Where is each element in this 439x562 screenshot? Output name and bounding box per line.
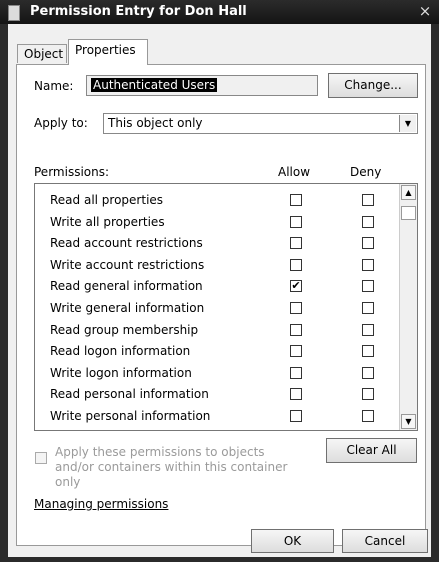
scroll-up-icon[interactable]: ▲	[401, 185, 416, 200]
permissions-scrollbar[interactable]: ▲ ▼	[399, 184, 417, 430]
permission-label: Read group membership	[50, 322, 199, 337]
permission-row: Write all properties	[50, 212, 390, 234]
deny-checkbox[interactable]	[362, 258, 374, 271]
permission-label: Write all properties	[50, 214, 165, 229]
tab-object[interactable]: Object	[17, 44, 67, 63]
allow-checkbox[interactable]	[290, 388, 302, 401]
permission-row: Read logon information	[50, 341, 390, 363]
permissions-list: Read all properties Write all properties R…	[34, 183, 418, 431]
permission-row: Read account restrictions	[50, 233, 390, 255]
permission-row: Write logon information	[50, 363, 390, 385]
permission-row: Write account restrictions	[50, 255, 390, 277]
cancel-button[interactable]: Cancel	[342, 529, 428, 553]
permission-label: Write logon information	[50, 365, 192, 380]
ok-button[interactable]: OK	[251, 529, 334, 553]
window-title: Permission Entry for Don Hall	[30, 4, 247, 19]
clear-all-button[interactable]: Clear All	[326, 438, 417, 463]
deny-checkbox[interactable]	[362, 194, 374, 206]
deny-checkbox[interactable]	[362, 302, 374, 314]
deny-checkbox[interactable]	[362, 237, 374, 250]
name-field[interactable]: Authenticated Users	[86, 75, 318, 96]
allow-header: Allow	[278, 165, 311, 179]
permission-label: Read all properties	[50, 193, 164, 207]
permission-row: Read general information ✔	[50, 276, 390, 298]
deny-checkbox[interactable]	[362, 388, 374, 401]
apply-inherit-checkbox[interactable]	[35, 452, 47, 464]
permission-row: Write general information	[50, 298, 390, 320]
title-bar: Permission Entry for Don Hall ×	[0, 0, 439, 24]
permission-label: Read general information	[50, 279, 203, 294]
deny-checkbox[interactable]	[362, 280, 374, 293]
allow-checkbox[interactable]	[290, 258, 302, 271]
permission-row: Read all properties	[50, 190, 390, 212]
apply-to-select[interactable]: This object only ▼	[103, 113, 418, 134]
apply-inherit-label: Apply these permissions to objects and/o…	[55, 445, 288, 489]
allow-checkbox[interactable]	[290, 410, 302, 422]
allow-checkbox[interactable]	[290, 215, 302, 228]
permissions-header: Permissions:	[34, 165, 110, 179]
permission-label: Read logon information	[50, 344, 191, 359]
permission-label: Write personal information	[50, 409, 211, 423]
permission-row: Read personal information	[50, 384, 390, 406]
deny-checkbox[interactable]	[362, 410, 374, 422]
change-button[interactable]: Change...	[328, 73, 418, 98]
managing-permissions-link[interactable]: Managing permissions	[34, 497, 168, 511]
allow-checkbox[interactable]	[290, 345, 302, 358]
scroll-down-icon[interactable]: ▼	[401, 414, 416, 429]
permission-row: Read group membership	[50, 320, 390, 342]
dialog-client: Object Properties Name: Authenticated Us…	[8, 24, 431, 557]
chevron-down-icon[interactable]: ▼	[399, 115, 416, 132]
close-button[interactable]: ×	[417, 3, 433, 19]
deny-checkbox[interactable]	[362, 323, 374, 336]
deny-checkbox[interactable]	[362, 366, 374, 379]
allow-checkbox[interactable]	[290, 323, 302, 336]
allow-checkbox[interactable]	[290, 194, 302, 206]
scroll-thumb[interactable]	[401, 206, 416, 220]
deny-checkbox[interactable]	[362, 345, 374, 358]
apply-to-label: Apply to:	[34, 116, 88, 130]
permission-row: Write personal information	[50, 406, 390, 428]
name-label: Name:	[34, 79, 74, 93]
permission-label: Read personal information	[50, 387, 209, 402]
allow-checkbox[interactable]	[290, 302, 302, 314]
name-value: Authenticated Users	[91, 78, 218, 92]
window-frame-bottom	[0, 557, 439, 562]
allow-checkbox[interactable]: ✔	[290, 280, 302, 293]
window-icon	[8, 5, 20, 21]
allow-checkbox[interactable]	[290, 237, 302, 250]
deny-header: Deny	[350, 165, 382, 179]
deny-checkbox[interactable]	[362, 215, 374, 228]
tab-properties[interactable]: Properties	[68, 39, 148, 65]
apply-to-value: This object only	[108, 116, 203, 130]
allow-checkbox[interactable]	[290, 366, 302, 379]
permission-label: Write general information	[50, 301, 205, 315]
window-frame-left	[0, 24, 8, 562]
permission-label: Read account restrictions	[50, 236, 203, 251]
permission-label: Write account restrictions	[50, 257, 205, 272]
window-frame-right	[431, 24, 439, 562]
